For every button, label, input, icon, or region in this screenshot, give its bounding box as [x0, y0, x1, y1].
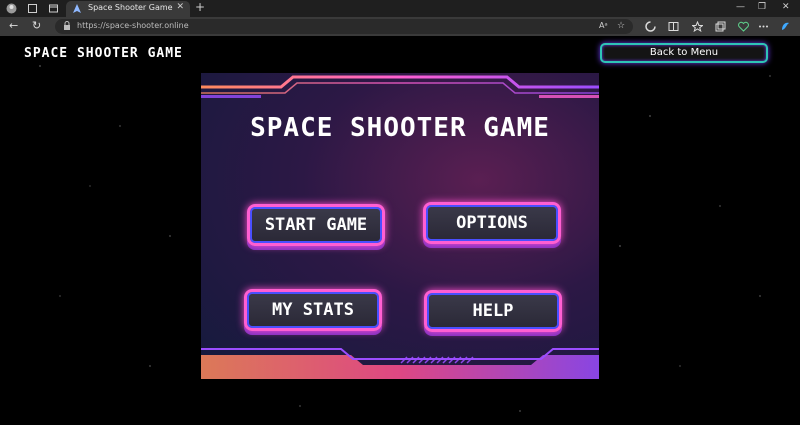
- close-window-button[interactable]: ✕: [782, 2, 790, 12]
- split-screen-icon[interactable]: [668, 21, 679, 32]
- collections-icon[interactable]: [715, 21, 726, 32]
- address-bar[interactable]: https://space-shooter.online Aᵃ ☆: [55, 19, 633, 34]
- copilot-icon[interactable]: [780, 21, 791, 32]
- browser-nav-bar: ← ↻ https://space-shooter.online Aᵃ ☆: [0, 17, 800, 36]
- refresh-icon[interactable]: ↻: [32, 19, 41, 32]
- start-game-button[interactable]: START GAME: [247, 204, 385, 246]
- game-canvas[interactable]: SPACE SHOOTER GAME START GAME OPTIONS MY…: [201, 73, 599, 379]
- browser-health-icon[interactable]: [738, 21, 749, 32]
- options-button[interactable]: OPTIONS: [423, 202, 561, 244]
- url-text: https://space-shooter.online: [77, 21, 189, 30]
- workspaces-icon[interactable]: [27, 3, 38, 14]
- tab-favicon-icon: [73, 4, 81, 13]
- game-title: SPACE SHOOTER GAME: [250, 113, 550, 143]
- read-aloud-icon[interactable]: Aᵃ: [599, 21, 608, 30]
- lock-icon[interactable]: [63, 21, 71, 31]
- extensions-icon[interactable]: [758, 21, 769, 32]
- tab-title: Space Shooter Game: [88, 3, 173, 12]
- profile-avatar-icon[interactable]: [6, 3, 17, 14]
- help-button[interactable]: HELP: [424, 290, 562, 332]
- tab-close-icon[interactable]: ✕: [176, 2, 184, 12]
- tab-actions-icon[interactable]: [48, 3, 59, 14]
- back-arrow-icon[interactable]: ←: [9, 19, 18, 32]
- back-to-menu-button[interactable]: Back to Menu: [600, 43, 768, 63]
- page-content: SPACE SHOOTER GAME Back to Menu SPACE SH…: [0, 36, 800, 425]
- browser-title-bar: Space Shooter Game ✕ + — ❐ ✕: [0, 0, 800, 17]
- favorites-icon[interactable]: [692, 21, 703, 32]
- maximize-button[interactable]: ❐: [758, 2, 766, 12]
- browser-tab-space-shooter[interactable]: Space Shooter Game ✕: [66, 1, 190, 17]
- favorite-star-icon[interactable]: ☆: [617, 21, 625, 31]
- minimize-button[interactable]: —: [736, 2, 745, 12]
- new-tab-button[interactable]: +: [195, 0, 205, 14]
- browser-essentials-icon[interactable]: [645, 21, 656, 32]
- page-header-title: SPACE SHOOTER GAME: [24, 46, 183, 61]
- my-stats-button[interactable]: MY STATS: [244, 289, 382, 331]
